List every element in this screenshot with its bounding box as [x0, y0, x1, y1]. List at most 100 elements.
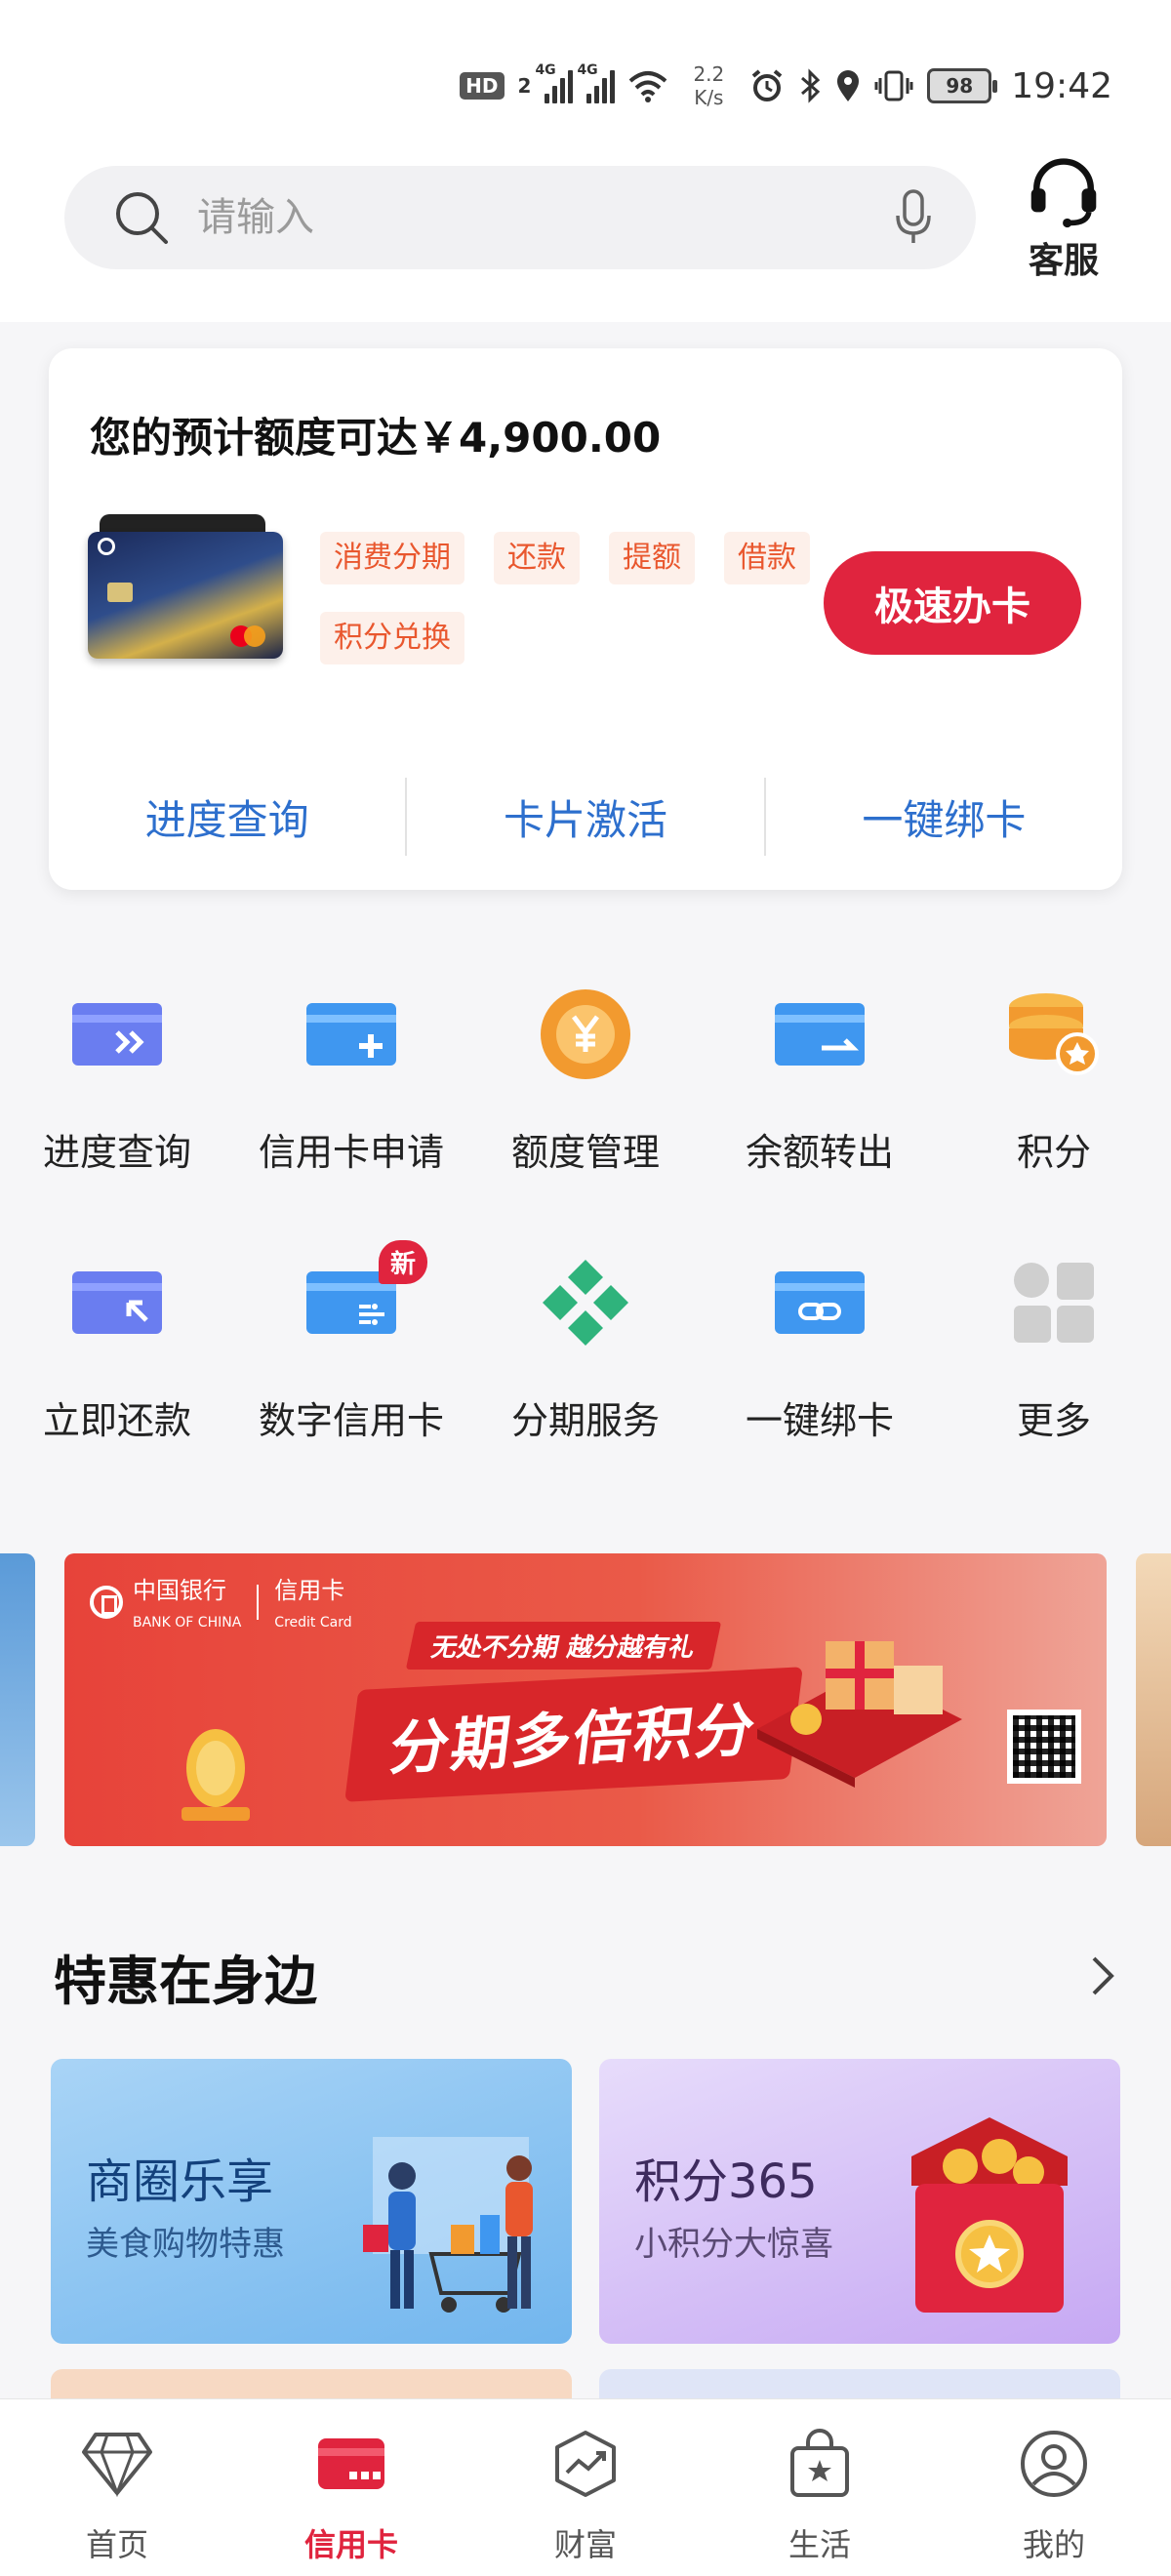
grid-item-label: 积分	[1016, 1131, 1091, 1174]
card-label: 信用卡	[274, 1577, 345, 1604]
nav-label: 财富	[553, 2526, 617, 2563]
feature-tag[interactable]: 提额	[609, 532, 695, 584]
card-transfer-icon	[766, 986, 873, 1083]
promo-title: 商圈乐享	[86, 2154, 274, 2209]
shoppers-illustration	[363, 2137, 533, 2313]
grid-item-more[interactable]: 更多	[937, 1254, 1171, 1522]
feature-tag[interactable]: 还款	[494, 532, 580, 584]
bank-seal-icon	[90, 1585, 123, 1619]
grid-item-label: 立即还款	[42, 1399, 191, 1442]
bank-logo: 中国银行 BANK OF CHINA 信用卡 Credit Card	[90, 1571, 352, 1632]
grid-item-label: 更多	[1016, 1399, 1091, 1442]
user-icon	[1015, 2425, 1093, 2503]
vibrate-icon	[874, 70, 913, 101]
card-activation-link[interactable]: 卡片激活	[407, 778, 763, 856]
bind-card-link[interactable]: 一键绑卡	[766, 778, 1122, 856]
more-grid-icon	[1000, 1254, 1108, 1351]
service-grid: 进度查询 信用卡申请 额度管理 余额转出 积分 立即还款 新 数字信用卡 分期服…	[0, 986, 1171, 1522]
quick-apply-button[interactable]: 极速办卡	[824, 551, 1081, 655]
network-speed: 2.2 K/s	[693, 62, 724, 109]
bank-name: 中国银行	[133, 1577, 226, 1604]
feature-tag[interactable]: 积分兑换	[320, 612, 464, 664]
card-link-icon	[766, 1254, 873, 1351]
installment-points-banner[interactable]: 中国银行 BANK OF CHINA 信用卡 Credit Card 无处不分期…	[64, 1553, 1107, 1846]
grid-item-bind-card[interactable]: 一键绑卡	[703, 1254, 937, 1522]
banner-subtitle: 无处不分期 越分越有礼	[405, 1622, 722, 1670]
headset-icon	[1030, 158, 1097, 228]
card-repay-icon	[63, 1254, 171, 1351]
progress-query-link[interactable]: 进度查询	[49, 778, 405, 856]
promo-card-shopping[interactable]: 商圈乐享 美食购物特惠	[51, 2059, 572, 2344]
feature-tag[interactable]: 消费分期	[320, 532, 464, 584]
red-envelope-illustration	[911, 2117, 1068, 2313]
customer-service-button[interactable]: 客服	[1015, 156, 1112, 283]
grid-item-card-apply[interactable]: 信用卡申请	[234, 986, 468, 1254]
grid-item-label: 进度查询	[42, 1131, 191, 1174]
deals-section-header[interactable]: 特惠在身边	[54, 1942, 1117, 2012]
grid-item-digital-card[interactable]: 新 数字信用卡	[234, 1240, 468, 1522]
nav-label: 我的	[1022, 2526, 1085, 2563]
wifi-icon	[629, 71, 667, 102]
network-type-label: 4G	[577, 62, 598, 78]
signal-icon: 4G	[535, 62, 574, 103]
search-icon	[116, 192, 168, 244]
banner-next-peek[interactable]	[1136, 1553, 1171, 1846]
bluetooth-icon	[801, 68, 821, 103]
status-bar: HD 2 4G 4G 2.2 K/s 98 19:42	[0, 0, 1171, 146]
card-label-en: Credit Card	[274, 1615, 352, 1630]
signal-icon: 4G	[577, 62, 616, 103]
grid-item-label: 分期服务	[510, 1399, 660, 1442]
grid-item-limit-management[interactable]: 额度管理	[468, 986, 703, 1254]
status-icons: HD 2 4G 4G 2.2 K/s 98 19:42	[460, 60, 1112, 111]
grid-item-balance-transfer[interactable]: 余额转出	[703, 986, 937, 1254]
clock: 19:42	[1011, 65, 1112, 106]
grid-item-progress-query[interactable]: 进度查询	[0, 986, 234, 1254]
yuan-coin-icon	[532, 986, 639, 1083]
chevron-right-icon[interactable]	[1088, 1954, 1117, 1997]
banner-carousel[interactable]: 中国银行 BANK OF CHINA 信用卡 Credit Card 无处不分期…	[0, 1553, 1171, 1846]
points-coins-icon	[1000, 986, 1108, 1083]
grid-item-points[interactable]: 积分	[937, 986, 1171, 1254]
network-speed-unit: K/s	[694, 86, 724, 109]
microphone-icon[interactable]	[894, 188, 933, 247]
feature-tag[interactable]: 借款	[724, 532, 810, 584]
card-add-icon	[298, 986, 405, 1083]
estimated-limit-text: 您的预计额度可达￥4,900.00	[90, 414, 662, 462]
grid-item-label: 信用卡申请	[258, 1131, 444, 1174]
nav-label: 生活	[787, 2526, 851, 2563]
nav-item-mine[interactable]: 我的	[937, 2399, 1171, 2576]
grid-item-label: 数字信用卡	[258, 1399, 444, 1442]
sim-number: 2	[517, 74, 532, 98]
customer-service-label: 客服	[1028, 241, 1099, 281]
top-bar: 客服	[0, 146, 1171, 322]
promo-card-points[interactable]: 积分365 小积分大惊喜	[599, 2059, 1120, 2344]
network-speed-value: 2.2	[693, 62, 725, 86]
nav-label: 首页	[85, 2526, 148, 2563]
banner-prev-peek[interactable]	[0, 1553, 35, 1846]
grid-item-installment[interactable]: 分期服务	[468, 1254, 703, 1522]
hd-badge: HD	[460, 72, 505, 100]
nav-item-life[interactable]: 生活	[703, 2399, 937, 2576]
promo-subtitle: 美食购物特惠	[86, 2225, 285, 2264]
section-title: 特惠在身边	[54, 1950, 317, 2012]
nav-item-wealth[interactable]: 财富	[468, 2399, 703, 2576]
feature-tags: 消费分期 还款 提额 借款 积分兑换	[320, 532, 828, 664]
nav-label: 信用卡	[303, 2526, 398, 2563]
alarm-icon	[751, 69, 783, 101]
search-box[interactable]	[64, 166, 976, 269]
quick-links: 进度查询 卡片激活 一键绑卡	[49, 778, 1122, 856]
qr-code	[1007, 1710, 1081, 1784]
bottom-navigation: 首页 信用卡 财富 生活 我的	[0, 2398, 1171, 2576]
progress-card-icon	[63, 986, 171, 1083]
location-icon	[837, 70, 860, 101]
grid-item-label: 额度管理	[510, 1131, 660, 1174]
grid-item-repay-now[interactable]: 立即还款	[0, 1254, 234, 1522]
nav-item-credit-card[interactable]: 信用卡	[234, 2399, 468, 2576]
search-input[interactable]	[197, 195, 894, 240]
coin-illustration	[182, 1729, 250, 1821]
installment-diamond-icon	[532, 1254, 639, 1351]
credit-card-icon	[312, 2425, 390, 2503]
shopping-bag-icon	[781, 2425, 859, 2503]
promo-title: 积分365	[634, 2154, 818, 2209]
nav-item-home[interactable]: 首页	[0, 2399, 234, 2576]
